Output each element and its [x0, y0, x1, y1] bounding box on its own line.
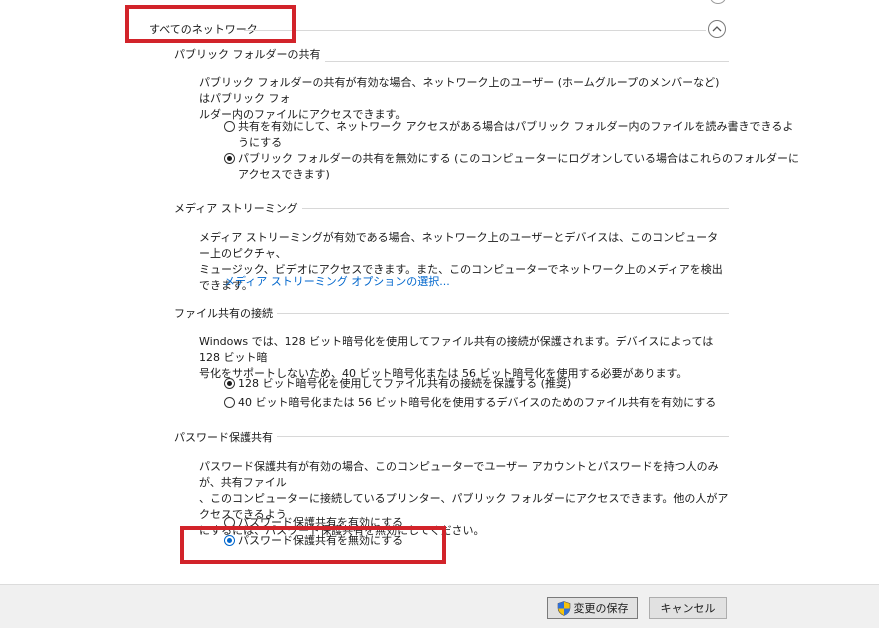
- radio-button-selected[interactable]: [224, 153, 235, 164]
- public-folder-disable-option[interactable]: パブリック フォルダーの共有を無効にする (このコンピューターにログオンしている…: [224, 151, 799, 183]
- radio-button[interactable]: [224, 397, 235, 408]
- highlight-box-password-option: [180, 526, 446, 564]
- radio-button-selected[interactable]: [224, 378, 235, 389]
- save-changes-button[interactable]: 変更の保存: [547, 597, 638, 619]
- collapse-section-button[interactable]: [708, 20, 726, 38]
- encryption-128-option[interactable]: 128 ビット暗号化を使用してファイル共有の接続を保護する (推奨): [224, 376, 571, 392]
- radio-button[interactable]: [224, 121, 235, 132]
- uac-shield-icon: [557, 600, 570, 616]
- file-sharing-description: Windows では、128 ビット暗号化を使用してファイル共有の接続が保護され…: [199, 335, 714, 380]
- section-title-public-folder: パブリック フォルダーの共有: [174, 46, 325, 62]
- public-folder-enable-option[interactable]: 共有を有効にして、ネットワーク アクセスがある場合はパブリック フォルダー内のフ…: [224, 119, 793, 151]
- header-divider: [244, 30, 706, 31]
- media-streaming-options-link[interactable]: メディア ストリーミング オプションの選択...: [224, 273, 450, 289]
- section-title-password-sharing: パスワード保護共有: [174, 429, 277, 445]
- cancel-button[interactable]: キャンセル: [649, 597, 727, 619]
- public-folder-description: パブリック フォルダーの共有が有効な場合、ネットワーク上のユーザー (ホームグル…: [199, 76, 720, 121]
- highlight-box-header: [125, 5, 296, 43]
- section-title-file-sharing: ファイル共有の接続: [174, 305, 277, 321]
- chevron-up-icon: [712, 26, 722, 32]
- footer-bar: 変更の保存 キャンセル: [0, 584, 879, 628]
- section-title-media-streaming: メディア ストリーミング: [174, 200, 302, 216]
- previous-section-collapse-button[interactable]: [710, 0, 726, 4]
- encryption-40-56-option[interactable]: 40 ビット暗号化または 56 ビット暗号化を使用するデバイスのためのファイル共…: [224, 395, 716, 411]
